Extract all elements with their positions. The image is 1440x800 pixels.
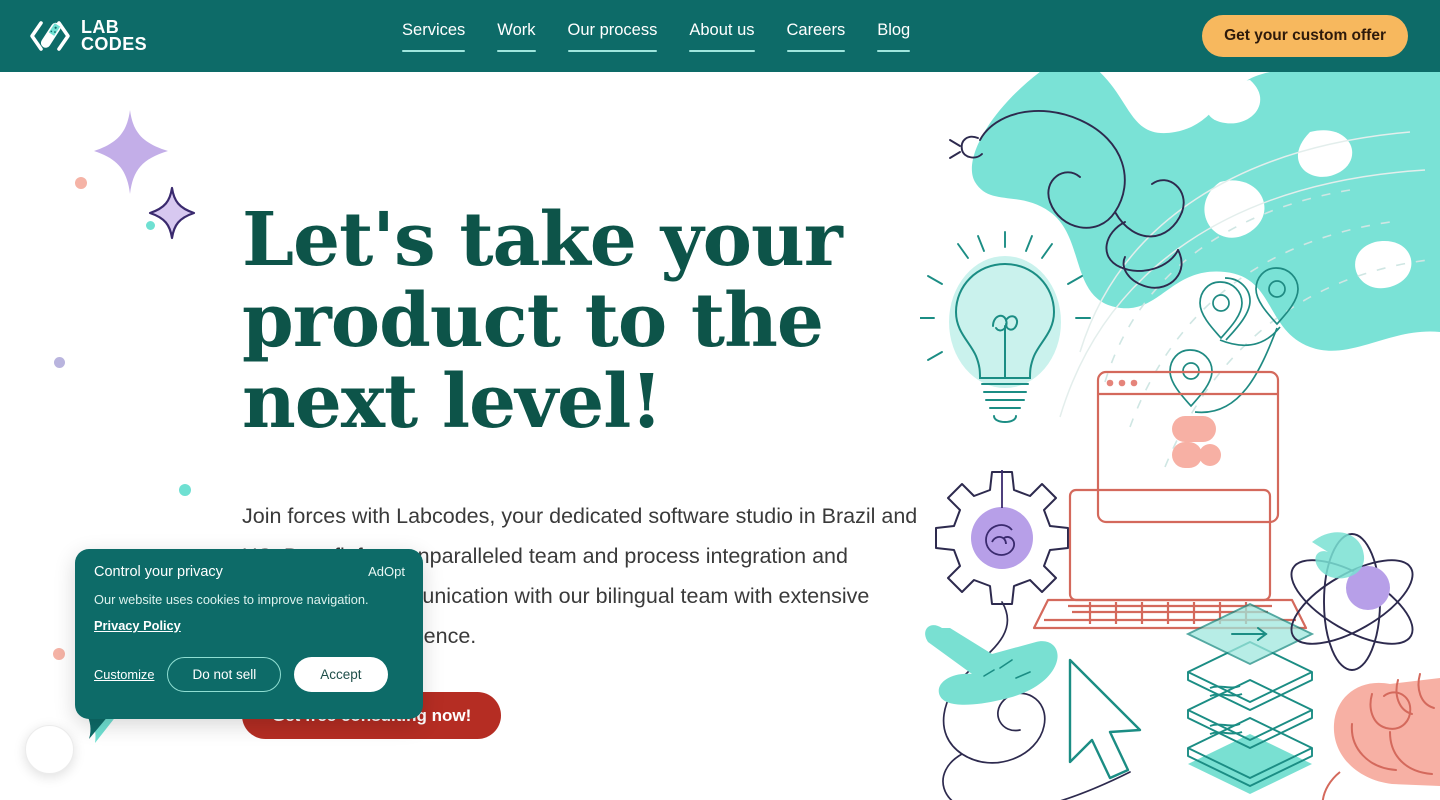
- decor-dot-salmon-1: [75, 177, 87, 189]
- nav-item-work[interactable]: Work: [497, 21, 536, 52]
- customize-link[interactable]: Customize: [94, 667, 154, 682]
- get-custom-offer-button[interactable]: Get your custom offer: [1202, 15, 1408, 57]
- test-tube-code-brackets-icon: [30, 21, 70, 51]
- cookie-dialog-tail: [87, 715, 117, 743]
- decor-dot-salmon-2: [53, 648, 65, 660]
- hero-page: LAB CODES Services Work Our process Abou…: [0, 0, 1440, 800]
- cookie-header: Control your privacy AdOpt: [75, 549, 423, 580]
- cookie-actions: Customize Do not sell Accept: [75, 635, 423, 692]
- nav-item-blog[interactable]: Blog: [877, 21, 911, 52]
- nav-item-services[interactable]: Services: [402, 21, 466, 52]
- nav-item-about-us[interactable]: About us: [689, 21, 755, 52]
- privacy-policy-link[interactable]: Privacy Policy: [94, 618, 181, 633]
- decor-dot-mint-2: [179, 484, 191, 496]
- site-header: LAB CODES Services Work Our process Abou…: [0, 0, 1440, 72]
- brand-line-2: CODES: [81, 34, 148, 54]
- decor-dot-mint-1: [146, 221, 155, 230]
- nav-item-our-process[interactable]: Our process: [567, 21, 657, 52]
- cookie-description: Our website uses cookies to improve navi…: [94, 592, 369, 607]
- accept-cookies-button[interactable]: Accept: [294, 657, 388, 692]
- accessibility-widget-button[interactable]: [25, 725, 74, 774]
- main-navigation: Services Work Our process About us Caree…: [402, 21, 911, 52]
- four-point-star-large-icon: [94, 110, 168, 194]
- cookie-provider-label[interactable]: AdOpt: [368, 564, 405, 579]
- brand-logo[interactable]: LAB CODES: [28, 16, 147, 56]
- nav-item-careers[interactable]: Careers: [786, 21, 845, 52]
- page-title: Let's take your product to the next leve…: [242, 197, 843, 445]
- decor-dot-lavender-1: [54, 357, 65, 368]
- four-point-star-small-icon: [148, 186, 196, 240]
- hero-illustration: [920, 72, 1440, 800]
- brand-wordmark: LAB CODES: [81, 18, 148, 54]
- cookie-dialog-title: Control your privacy: [94, 564, 223, 580]
- cookie-consent-dialog: Control your privacy AdOpt Our website u…: [75, 549, 423, 719]
- do-not-sell-button[interactable]: Do not sell: [167, 657, 282, 692]
